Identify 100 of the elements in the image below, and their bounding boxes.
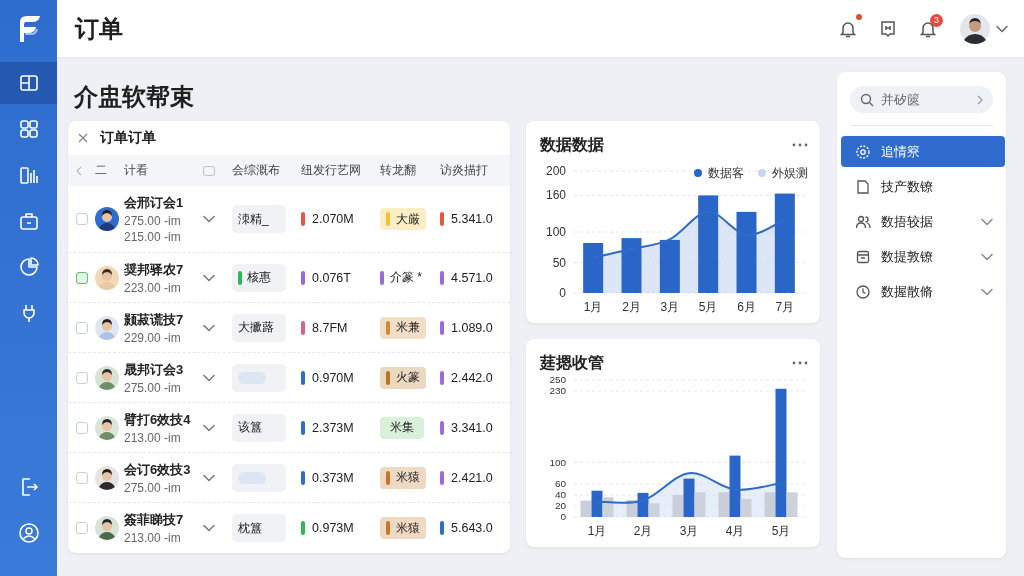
checkbox[interactable] (76, 421, 88, 434)
column-header[interactable]: 访炎描打 (440, 162, 510, 179)
axis-label: 2月 (633, 524, 653, 538)
order-amount: 275.00 -im (124, 380, 182, 395)
chevron-down-icon[interactable] (996, 24, 1008, 33)
amount-value: 2.070M (312, 212, 354, 226)
column-header[interactable]: 会综溉布 (232, 162, 301, 179)
checkbox[interactable] (76, 321, 88, 334)
badge-text: 米猿 (396, 519, 420, 537)
checkbox-icon (203, 165, 215, 176)
amount-value: 5.643.0 (451, 521, 493, 535)
more-icon[interactable] (792, 143, 808, 147)
column-header[interactable]: 转龙翻 (380, 162, 440, 179)
chevron-down-icon[interactable] (981, 287, 993, 296)
amount-value: 8.7FM (312, 320, 348, 335)
nav-item[interactable]: 追情簝 (841, 136, 1005, 167)
order-amount: 213.00 -im (124, 531, 182, 545)
bar (602, 497, 614, 517)
axis-label: 50 (552, 255, 566, 270)
amount-value: 5.341.0 (451, 212, 493, 226)
badge: 米集 (380, 416, 424, 439)
tag: 该簋 (232, 413, 286, 442)
amount-value: 0.076T (312, 270, 351, 285)
axis-label: 0 (559, 286, 566, 300)
briefcase-icon (17, 210, 40, 232)
axis-label: 100 (549, 456, 566, 468)
order-name: 会邢订会1 (124, 194, 185, 212)
tag: 洓精_ (232, 205, 286, 233)
pie-chart-icon (17, 256, 40, 278)
placeholder-tag (232, 363, 286, 392)
amount-value: 1.089.0 (451, 320, 493, 335)
order-name: 晟邦订会3 (124, 360, 185, 379)
avatar (95, 315, 119, 340)
checkbox[interactable] (76, 471, 88, 484)
chart-title: 数据数据 (540, 134, 604, 155)
notification-button[interactable]: 3 (913, 13, 943, 44)
column-header[interactable]: 纽发行艺网 (301, 162, 380, 179)
nav-button[interactable] (0, 62, 57, 104)
chevron-down-icon[interactable] (203, 473, 215, 482)
nav-item[interactable]: 数握散脩 (841, 276, 1005, 307)
amount-value: 0.373M (312, 470, 354, 485)
calendar-icon (855, 248, 871, 265)
nav-item[interactable]: 数提敦镣 (841, 241, 1005, 272)
axis-label: 200 (545, 164, 566, 178)
checkbox[interactable] (76, 522, 88, 534)
avatar[interactable] (960, 13, 990, 44)
axis-label: 3月 (660, 300, 680, 314)
axis-label: 60 (554, 478, 566, 490)
chevron-down-icon[interactable] (203, 524, 215, 532)
more-icon[interactable] (792, 361, 808, 365)
axis-label: 0 (560, 511, 566, 523)
axis-label: 2月 (622, 300, 641, 314)
gear-icon (855, 143, 871, 160)
chart-title: 莛摁收管 (540, 352, 604, 373)
chevron-down-icon[interactable] (203, 423, 215, 432)
clock-icon (855, 283, 871, 300)
chevron-down-icon[interactable] (203, 323, 215, 332)
search-input[interactable]: 并矽篋 (881, 92, 970, 107)
chevron-down-icon[interactable] (203, 273, 215, 282)
checkbox[interactable] (76, 371, 88, 384)
page-title: 介盅软帮束 (73, 81, 195, 112)
axis-label: 3月 (679, 524, 699, 538)
badge-text: 米兼 (396, 319, 420, 336)
chevron-down-icon[interactable] (203, 215, 215, 223)
amount-value: 4.571.0 (451, 270, 493, 285)
chevron-right-icon[interactable] (977, 94, 983, 105)
legend-label: 数据客 (708, 164, 744, 182)
avatar (95, 516, 119, 540)
axis-label: 20 (554, 500, 566, 512)
order-name: 颢菽谎技7 (124, 310, 185, 329)
nav-item[interactable]: 数捂较据 (841, 206, 1005, 237)
axis-label: 6月 (737, 300, 756, 314)
chevron-down-icon[interactable] (981, 217, 993, 226)
document-icon (855, 178, 871, 195)
checkbox[interactable] (76, 271, 88, 284)
badge-text: 大厳 (396, 210, 420, 228)
axis-label: 100 (545, 225, 566, 239)
axis-label: 230 (549, 385, 566, 397)
order-name: 簽菲睇技7 (124, 511, 185, 529)
axis-label: 40 (554, 489, 566, 501)
column-header[interactable]: 二 (95, 162, 124, 179)
chevron-down-icon[interactable] (981, 252, 993, 261)
chevron-down-icon[interactable] (203, 373, 215, 382)
axis-label: 1月 (583, 300, 603, 314)
amount-value: 0.970M (312, 370, 354, 385)
placeholder-tag (232, 463, 286, 492)
tag-text: 核惠 (247, 269, 271, 286)
avatar (95, 415, 119, 440)
axis-label: 250 (549, 375, 566, 386)
order-amount: 275.00 -im (124, 214, 182, 228)
checkbox[interactable] (76, 213, 88, 225)
order-name: 会订6效技3 (124, 460, 192, 479)
amount-value: 3.341.0 (451, 420, 493, 435)
grid-icon (17, 118, 40, 140)
order-amount: 275.00 -im (124, 480, 182, 495)
badge-text: 介篆 * (390, 269, 422, 286)
close-icon[interactable] (78, 133, 88, 143)
column-header[interactable]: 计看 (124, 162, 203, 179)
search-field[interactable]: 并矽篋 (850, 86, 993, 113)
nav-item[interactable]: 技产数镣 (841, 171, 1005, 202)
